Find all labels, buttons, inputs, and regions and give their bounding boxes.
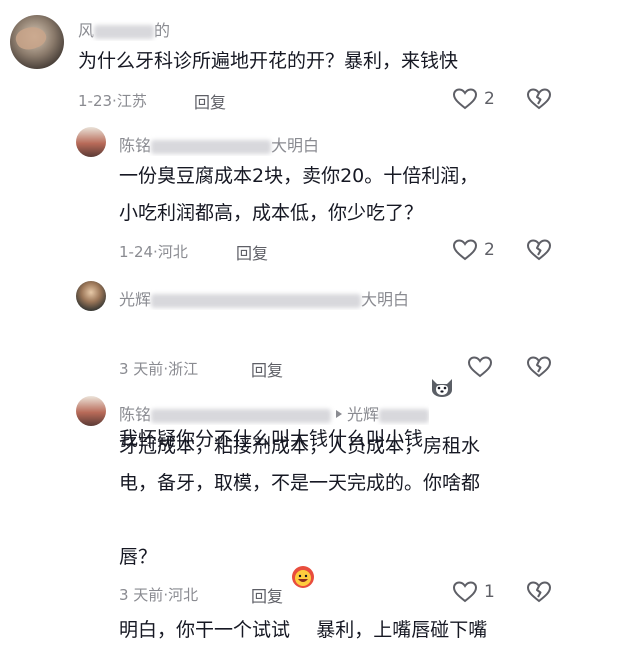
comment-text-line: 明白，你干一个试试 暴利，上嘴唇碰下嘴 [119,505,487,649]
avatar[interactable] [76,396,106,426]
like-button[interactable]: 1 [452,580,495,604]
like-button[interactable]: 2 [452,238,495,262]
author-name-visible: 光辉 [119,290,152,309]
reply-button[interactable]: 回复 [251,583,283,607]
grinning-flower-emoji-icon [291,505,315,649]
broken-heart-icon [526,580,552,604]
avatar[interactable] [10,15,64,69]
avatar[interactable] [76,281,106,311]
comment-meta: 3 天前·河北 [119,584,198,605]
dislike-button[interactable] [526,580,552,604]
like-count: 2 [484,89,495,109]
comment-location: 河北 [168,586,199,604]
comment-meta: 1-23·江苏 [78,90,147,111]
comment-text-line: 牙冠成本，粘接剂成本，人员成本，房租水 [119,435,481,457]
blurred-name [94,24,155,39]
author-name-visible: 陈铭 [119,136,152,155]
blurred-name [151,139,272,154]
like-count: 2 [484,240,495,260]
comment-location: 河北 [157,243,188,261]
reply-button[interactable]: 回复 [194,89,226,113]
like-count: 1 [484,582,495,602]
comment-date: 1-24 [119,243,154,261]
comment-meta: 1-24·河北 [119,241,188,262]
comment-text-line: 电，备牙，取模，不是一天完成的。你啥都 [119,472,481,494]
author-name-tail: 大明白 [271,136,320,155]
comment-date: 3 天前 [119,360,164,378]
broken-heart-icon [526,355,552,379]
author-name-visible: 风 [78,21,95,40]
comment-location: 浙江 [168,360,199,378]
author-name-visible: 陈铭 [119,405,152,424]
blurred-name [379,408,430,423]
dislike-button[interactable] [526,238,552,262]
author-name-tail: 光辉 [347,405,380,424]
comment-text-line: 唇？ [119,546,158,568]
comment-text: 为什么牙科诊所遍地开花的开？暴利，来钱快 [78,50,459,72]
author-name-tail: 的 [154,21,171,40]
like-button[interactable] [467,355,493,379]
comment-date: 3 天前 [119,586,164,604]
avatar[interactable] [76,127,106,157]
comment-text-line: 小吃利润都高，成本低，你少吃了？ [119,202,424,224]
heart-outline-icon [452,580,478,604]
comment-author[interactable]: 陈铭 大明白 [119,132,319,156]
reply-button[interactable]: 回复 [236,240,268,264]
broken-heart-icon [526,238,552,262]
comment-text-line: 一份臭豆腐成本2块，卖你20。十倍利润， [119,165,479,187]
heart-outline-icon [452,87,478,111]
comment-location: 江苏 [116,92,147,110]
comment-author[interactable]: 风的 [78,17,170,41]
comment-text-segment: 明白，你干一个试试 [119,619,291,641]
author-name-tail: 大明白 [361,290,410,309]
heart-outline-icon [467,355,493,379]
reply-button[interactable]: 回复 [251,357,283,381]
blurred-name [151,293,362,308]
blurred-name [151,408,332,423]
dislike-button[interactable] [526,355,552,379]
triangle-right-icon [335,409,343,419]
comment-meta: 3 天前·浙江 [119,358,198,379]
comment-date: 1-23 [78,92,113,110]
comment-author[interactable]: 陈铭 光辉 [119,401,430,425]
heart-outline-icon [452,238,478,262]
broken-heart-icon [526,87,552,111]
like-button[interactable]: 2 [452,87,495,111]
comment-author[interactable]: 光辉 大明白 [119,286,409,310]
comment-text-segment: 暴利，上嘴唇碰下嘴 [316,619,488,641]
dislike-button[interactable] [526,87,552,111]
